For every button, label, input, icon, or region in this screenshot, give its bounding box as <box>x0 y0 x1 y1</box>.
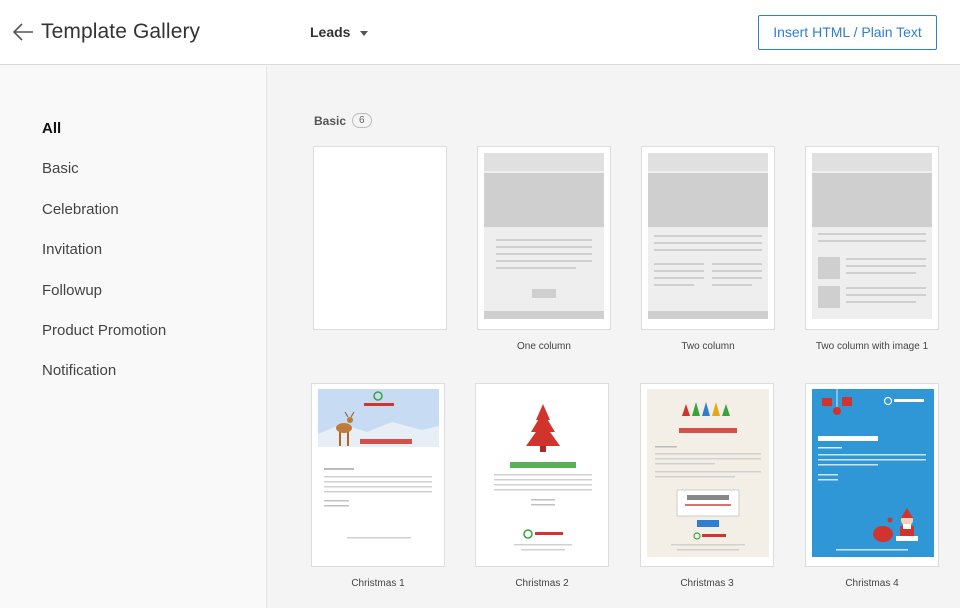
wireframe-line <box>818 233 926 235</box>
wireframe-line <box>846 258 926 260</box>
sidebar-item-invitation[interactable]: Invitation <box>42 241 102 258</box>
header: Template Gallery Leads Insert HTML / Pla… <box>0 0 960 65</box>
wireframe-header <box>484 153 604 171</box>
template-label: Two column <box>681 341 735 352</box>
wireframe-line <box>654 235 762 237</box>
wireframe-line <box>654 263 704 265</box>
sidebar-item-all[interactable]: All <box>42 120 61 137</box>
template-grid-area: Basic 6 One column Two column Two column… <box>268 66 960 608</box>
sidebar-item-notification[interactable]: Notification <box>42 362 116 379</box>
insert-html-button[interactable]: Insert HTML / Plain Text <box>758 15 937 50</box>
wireframe-line <box>654 242 762 244</box>
wireframe-image <box>818 257 840 279</box>
sidebar-item-celebration[interactable]: Celebration <box>42 201 119 218</box>
module-dropdown-label: Leads <box>310 24 351 40</box>
template-label: Christmas 4 <box>845 578 899 589</box>
template-label: Christmas 3 <box>680 578 734 589</box>
wireframe-line <box>654 249 762 251</box>
wireframe-line <box>496 253 592 255</box>
template-card-christmas-2[interactable] <box>475 383 609 567</box>
template-label: Christmas 1 <box>351 578 405 589</box>
wireframe-image <box>818 286 840 308</box>
wireframe-line <box>846 294 926 296</box>
sidebar-item-product-promotion[interactable]: Product Promotion <box>42 322 166 339</box>
wireframe-line <box>846 301 916 303</box>
template-card-christmas-4[interactable] <box>805 383 939 567</box>
wireframe-line <box>712 263 762 265</box>
template-label: One column <box>517 341 571 352</box>
template-label: Two column with image 1 <box>815 341 929 352</box>
wireframe-line <box>654 270 704 272</box>
template-label: Christmas 2 <box>515 578 569 589</box>
wireframe-line <box>846 265 926 267</box>
wireframe-header <box>812 153 932 171</box>
wireframe-line <box>654 284 694 286</box>
back-arrow-icon[interactable] <box>12 22 34 42</box>
wireframe-line <box>496 239 592 241</box>
wireframe-header <box>648 153 768 171</box>
wireframe-banner <box>648 173 768 227</box>
wireframe-footer <box>484 311 604 319</box>
wireframe-line <box>496 267 576 269</box>
christmas-4-thumbnail <box>806 384 938 566</box>
caret-down-icon <box>360 30 369 36</box>
wireframe-line <box>712 270 762 272</box>
section-title: Basic <box>314 113 347 128</box>
template-card-one-column[interactable] <box>477 146 611 330</box>
wireframe-line <box>654 277 704 279</box>
wireframe-footer <box>648 311 768 319</box>
sidebar-item-followup[interactable]: Followup <box>42 282 102 299</box>
template-card-christmas-3[interactable] <box>640 383 774 567</box>
wireframe-line <box>818 240 926 242</box>
wireframe-button <box>532 289 556 298</box>
wireframe-banner <box>484 173 604 227</box>
template-card-blank[interactable] <box>313 146 447 330</box>
christmas-3-thumbnail <box>641 384 773 566</box>
wireframe-line <box>712 284 752 286</box>
wireframe-line <box>712 277 762 279</box>
sidebar-item-basic[interactable]: Basic <box>42 160 79 177</box>
module-dropdown[interactable]: Leads <box>310 24 369 40</box>
count-badge: 6 <box>352 113 372 128</box>
wireframe-line <box>846 272 916 274</box>
wireframe-line <box>496 246 592 248</box>
template-card-christmas-1[interactable] <box>311 383 445 567</box>
wireframe-line <box>496 260 592 262</box>
template-card-two-column[interactable] <box>641 146 775 330</box>
christmas-1-thumbnail <box>318 389 439 547</box>
christmas-2-thumbnail <box>476 384 608 566</box>
wireframe-banner <box>812 173 932 227</box>
wireframe-line <box>846 287 926 289</box>
section-heading: Basic 6 <box>314 113 372 128</box>
category-sidebar: All Basic Celebration Invitation Followu… <box>0 66 267 608</box>
page-title: Template Gallery <box>41 20 201 43</box>
template-card-two-column-image[interactable] <box>805 146 939 330</box>
